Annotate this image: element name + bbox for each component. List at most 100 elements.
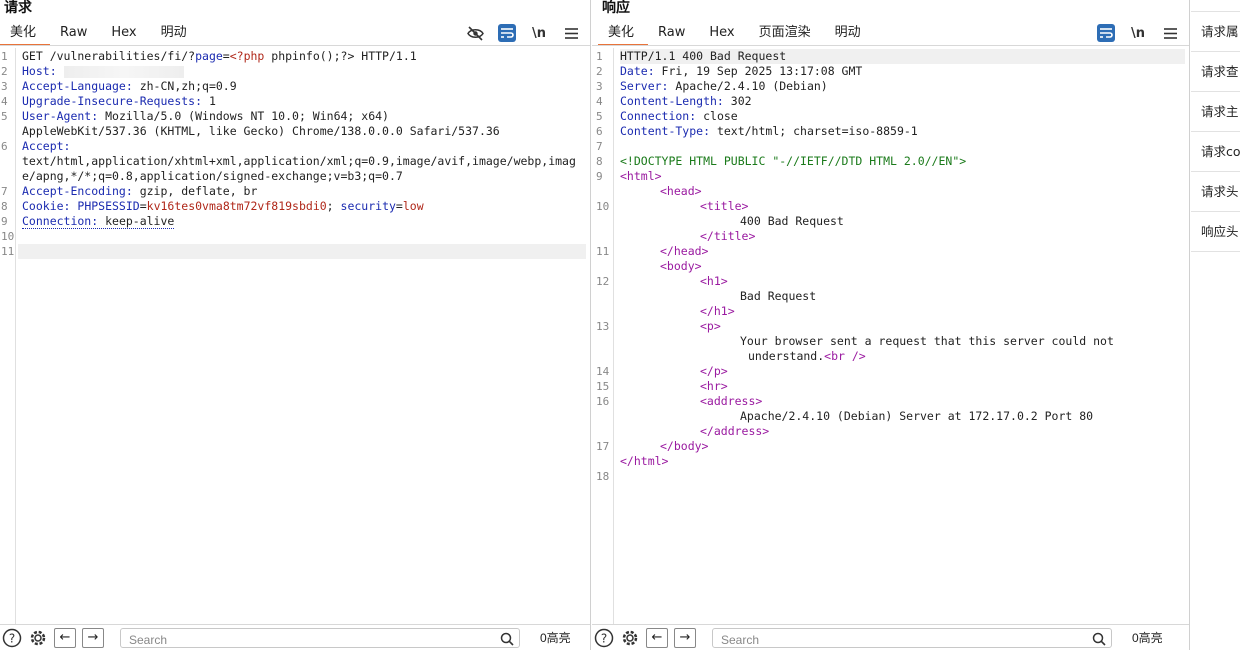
line-number: 3	[596, 80, 603, 93]
tab-pretty[interactable]: 美化	[598, 22, 649, 46]
line-number: 6	[596, 125, 603, 138]
header-value: zh-CN,zh;q=0.9	[132, 79, 237, 93]
line-number: 10	[1, 230, 15, 243]
newline-toggle-button[interactable]: \n	[1129, 24, 1147, 42]
header-key: Content-Length:	[620, 94, 724, 108]
cookie-name: PHPSESSID	[70, 199, 140, 213]
header-value: Fri, 19 Sep 2025 13:17:08 GMT	[654, 64, 863, 78]
header-date: Date: Fri, 19 Sep 2025 13:17:08 GMT	[620, 64, 1185, 79]
header-accept-language: Accept-Language: zh-CN,zh;q=0.9	[22, 79, 586, 94]
redacted-value	[63, 65, 184, 78]
tab-inspector[interactable]: 明动	[825, 22, 875, 46]
wrap-lines-icon[interactable]	[498, 24, 516, 42]
html-open: <html>	[620, 169, 662, 183]
search-input[interactable]	[121, 630, 491, 649]
cursor-line	[18, 244, 586, 259]
p-open: <p>	[700, 319, 721, 333]
response-toolbar: \n	[1097, 22, 1179, 44]
wrap-lines-icon[interactable]	[1097, 24, 1115, 42]
line-number: 12	[596, 275, 610, 288]
empty-line	[22, 229, 586, 244]
gear-icon[interactable]	[620, 628, 640, 648]
header-key: Cookie:	[22, 199, 71, 213]
match-count: 0高亮	[540, 631, 571, 645]
request-code: GET /vulnerabilities/fi/?page=<?php phpi…	[18, 49, 586, 259]
header-connection: Connection: keep-alive	[22, 214, 586, 229]
response-title: 响应	[602, 0, 630, 16]
line-number: 2	[596, 65, 603, 78]
header-value: Mozilla/5.0 (Windows NT 10.0; Win64; x64…	[98, 109, 389, 123]
br-tag: <br />	[824, 349, 866, 363]
next-arrow-button[interactable]: →	[674, 627, 696, 648]
tabs-divider	[592, 45, 1189, 46]
request-editor[interactable]: 1 2 3 4 5 6 7 8 9 10 11 GET /vulnerabili…	[0, 48, 590, 624]
request-toolbar: \n	[466, 22, 580, 44]
line-gutter: 1 2 3 4 5 6 7 8 9 10 11 12 13 14 15 16 1…	[592, 48, 614, 624]
hide-eye-icon[interactable]	[466, 24, 484, 42]
line-number: 6	[1, 140, 8, 153]
header-content-length: Content-Length: 302	[620, 94, 1185, 109]
header-value: 302	[723, 94, 752, 108]
tab-render[interactable]: 页面渲染	[749, 22, 825, 46]
tab-hex[interactable]: Hex	[101, 22, 150, 46]
line-number: 9	[596, 170, 603, 183]
next-arrow-button[interactable]: →	[82, 627, 104, 648]
status-line: HTTP/1.1 400 Bad Request	[620, 49, 1185, 64]
p-close: </p>	[700, 364, 728, 378]
help-icon[interactable]: ?	[594, 628, 614, 648]
address-text: Apache/2.4.10 (Debian) Server at 172.17.…	[740, 409, 1094, 423]
header-key: Date:	[620, 64, 655, 78]
prev-arrow-button[interactable]: ←	[54, 627, 76, 648]
search-input[interactable]	[713, 630, 1083, 649]
request-bottom-bar: ? ← → 0高亮	[0, 624, 590, 650]
prev-arrow-button[interactable]: ←	[646, 627, 668, 648]
line-number: 9	[1, 215, 8, 228]
tab-raw[interactable]: Raw	[50, 22, 101, 46]
help-icon[interactable]: ?	[2, 628, 22, 648]
request-line: GET /vulnerabilities/fi/?page=<?php phpi…	[22, 49, 586, 64]
gear-icon[interactable]	[28, 628, 48, 648]
head-close: </head>	[660, 244, 709, 258]
p-text-cont: understand.<br />	[620, 349, 1185, 364]
header-connection: Connection: close	[620, 109, 1185, 124]
header-host: Host:	[22, 64, 586, 79]
sidebar-item-request-headers[interactable]: 请求头	[1191, 172, 1240, 212]
param-eq: =	[222, 49, 230, 63]
tab-inspector[interactable]: 明动	[151, 22, 201, 46]
sidebar-item-response-headers[interactable]: 响应头	[1191, 212, 1240, 252]
sidebar-item-request-attributes[interactable]: 请求属	[1191, 12, 1240, 52]
sidebar-item-body-params[interactable]: 请求主	[1191, 92, 1240, 132]
line-number: 1	[1, 50, 8, 63]
search-icon[interactable]	[1092, 631, 1106, 650]
sidebar-item-cookies[interactable]: 请求co	[1191, 132, 1240, 172]
line-number: 8	[1, 200, 8, 213]
tab-pretty[interactable]: 美化	[0, 22, 51, 46]
menu-icon[interactable]	[1161, 24, 1179, 42]
sidebar-item-query-params[interactable]: 请求查	[1191, 52, 1240, 92]
line-number: 14	[596, 365, 610, 378]
request-tabs: 美化 Raw Hex 明动	[0, 22, 201, 46]
header-key: Accept:	[22, 139, 71, 153]
tab-raw[interactable]: Raw	[648, 22, 699, 46]
newline-toggle-button[interactable]: \n	[530, 24, 548, 42]
response-editor[interactable]: 1 2 3 4 5 6 7 8 9 10 11 12 13 14 15 16 1…	[592, 48, 1189, 624]
request-method: GET /vulnerabilities/fi/?	[22, 49, 196, 63]
header-accept: Accept:	[22, 139, 586, 154]
hr-tag: <hr>	[700, 379, 728, 393]
header-key: Connection:	[620, 109, 697, 123]
menu-icon[interactable]	[562, 24, 580, 42]
cookie-value: kv16tes0vma8tm72vf819sbdi0	[146, 199, 327, 213]
tab-hex[interactable]: Hex	[699, 22, 748, 46]
request-line-rest: phpinfo();?> HTTP/1.1	[264, 49, 417, 63]
match-count: 0高亮	[1132, 631, 1163, 645]
header-key: User-Agent:	[22, 109, 99, 123]
line-number: 7	[596, 140, 603, 153]
response-bottom-bar: ? ← → 0高亮	[592, 624, 1189, 650]
p-text-end: understand.	[748, 349, 825, 363]
h1-open: <h1>	[700, 274, 728, 288]
search-icon[interactable]	[500, 631, 514, 650]
svg-text:?: ?	[9, 631, 15, 645]
line-number: 11	[1, 245, 15, 258]
header-key: Accept-Language:	[22, 79, 133, 93]
sidebar-top-divider	[1191, 0, 1240, 12]
